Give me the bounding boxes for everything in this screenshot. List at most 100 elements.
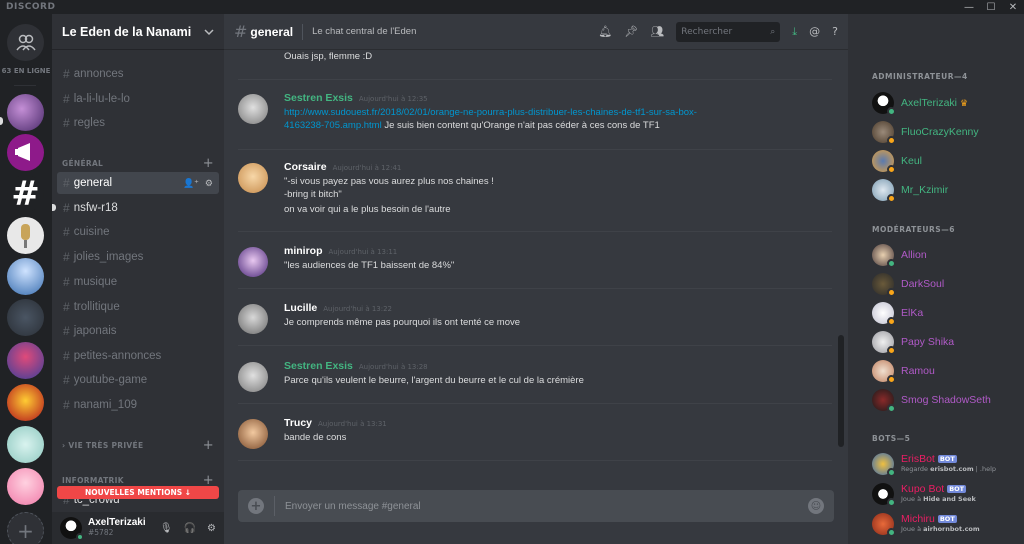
member-item[interactable]: FluoCrazyKenny bbox=[872, 118, 1022, 146]
avatar bbox=[872, 302, 896, 326]
message-author[interactable]: minirop bbox=[284, 245, 323, 257]
avatar[interactable] bbox=[238, 304, 268, 334]
channel-item[interactable]: # jolies_images bbox=[57, 246, 219, 268]
member-item[interactable]: Michiru BOT Joue à airhornbot.com bbox=[872, 510, 1022, 538]
message-text: Je suis bien content qu'Orange n'ait pas… bbox=[381, 120, 660, 131]
channel-item[interactable]: # youtube-game bbox=[57, 369, 219, 391]
category-header[interactable]: INFORMATRIK + bbox=[62, 473, 214, 488]
channel-item[interactable]: # annonces bbox=[57, 63, 219, 85]
channel-item-active[interactable]: # general 👤⁺ ⚙ bbox=[57, 172, 219, 194]
category-header[interactable]: › VIE TRÈS PRIVÉE + bbox=[62, 438, 214, 453]
message-timestamp: Aujourd'hui à 12:35 bbox=[358, 95, 428, 103]
server-icon[interactable]: # bbox=[7, 175, 44, 212]
server-header[interactable]: Le Eden de la Nanami bbox=[52, 14, 224, 50]
server-icon[interactable] bbox=[7, 94, 44, 131]
server-icon[interactable] bbox=[7, 468, 44, 505]
microphone-icon[interactable]: 🎙 bbox=[160, 523, 173, 534]
channel-item[interactable]: # japonais bbox=[57, 320, 219, 342]
member-item[interactable]: ElKa bbox=[872, 299, 1022, 327]
channel-name: japonais bbox=[73, 325, 117, 337]
avatar[interactable] bbox=[238, 163, 268, 193]
message-text: bande de cons bbox=[284, 432, 347, 443]
maximize-button[interactable]: ☐ bbox=[980, 0, 1002, 14]
channel-item[interactable]: # trollitique bbox=[57, 296, 219, 318]
channel-item-unread[interactable]: # nsfw-r18 bbox=[52, 197, 219, 219]
message-author[interactable]: Trucy bbox=[284, 417, 312, 429]
server-icon[interactable] bbox=[7, 426, 44, 463]
hash-icon: # bbox=[63, 116, 70, 130]
server-icon[interactable] bbox=[7, 217, 44, 254]
status-online-icon bbox=[887, 259, 896, 268]
pin-icon[interactable]: 📌︎ bbox=[624, 25, 638, 38]
mention-icon[interactable]: @ bbox=[809, 25, 820, 38]
category-header[interactable]: GÉNÉRAL + bbox=[62, 156, 214, 171]
message-input[interactable]: Envoyer un message #general bbox=[285, 501, 808, 512]
friends-home-button[interactable] bbox=[7, 24, 44, 61]
avatar[interactable] bbox=[60, 517, 84, 541]
message-author[interactable]: Lucille bbox=[284, 302, 317, 314]
close-button[interactable]: ✕ bbox=[1002, 0, 1024, 14]
member-item[interactable]: Papy Shika bbox=[872, 328, 1022, 356]
search-icon: ⌕ bbox=[770, 26, 776, 37]
message-author[interactable]: Sestren Exsis bbox=[284, 360, 353, 372]
message-scrollbar[interactable] bbox=[838, 335, 844, 447]
help-icon[interactable]: ? bbox=[832, 25, 838, 38]
member-item[interactable]: Allion bbox=[872, 241, 1022, 269]
channel-item[interactable]: # musique bbox=[57, 271, 219, 293]
download-icon[interactable]: ⤓ bbox=[792, 25, 797, 39]
message-link[interactable]: 4163238-705.amp.html bbox=[284, 120, 382, 131]
bell-icon[interactable]: 🔔︎ bbox=[598, 25, 612, 38]
gear-icon[interactable]: ⚙ bbox=[207, 523, 216, 534]
message-composer[interactable]: + Envoyer un message #general ☺ bbox=[238, 490, 834, 522]
hash-icon: # bbox=[63, 225, 70, 239]
server-list: 63 EN LIGNE # + bbox=[0, 14, 52, 544]
member-item[interactable]: Ramou bbox=[872, 357, 1022, 385]
upload-plus-icon[interactable]: + bbox=[248, 498, 264, 514]
channel-item[interactable]: # petites-annonces bbox=[57, 345, 219, 367]
channel-item[interactable]: # la-li-lu-le-lo bbox=[57, 88, 219, 110]
new-mentions-banner[interactable]: NOUVELLES MENTIONS ↓ bbox=[57, 486, 219, 499]
member-item[interactable]: Mr_Kzimir bbox=[872, 176, 1022, 204]
channel-item[interactable]: # regles bbox=[57, 112, 219, 134]
message-text: Je comprends même pas pourquoi ils ont t… bbox=[284, 317, 521, 328]
member-item[interactable]: Keul bbox=[872, 147, 1022, 175]
add-channel-icon[interactable]: + bbox=[203, 438, 214, 453]
add-server-button[interactable]: + bbox=[7, 512, 44, 544]
message-text: "les audiences de TF1 baissent de 84%" bbox=[284, 260, 455, 271]
avatar[interactable] bbox=[238, 419, 268, 449]
channel-item[interactable]: # cuisine bbox=[57, 221, 219, 243]
add-channel-icon[interactable]: + bbox=[203, 156, 214, 171]
status-online-icon bbox=[887, 528, 896, 537]
member-item[interactable]: ErisBot BOT Regarde erisbot.com | .help bbox=[872, 450, 1022, 478]
headphones-icon[interactable]: 🎧 bbox=[184, 523, 196, 534]
server-icon[interactable] bbox=[7, 384, 44, 421]
avatar[interactable] bbox=[238, 362, 268, 392]
member-item[interactable]: Kupo Bot BOT Joue à Hide and Seek bbox=[872, 480, 1022, 508]
member-item[interactable]: AxelTerizaki ♛ bbox=[872, 89, 1022, 117]
member-item[interactable]: Smog ShadowSeth bbox=[872, 386, 1022, 414]
member-list-icon[interactable]: 👥︎ bbox=[650, 25, 664, 38]
message-author[interactable]: Corsaire bbox=[284, 161, 327, 173]
invite-icon[interactable]: 👤⁺ bbox=[183, 178, 199, 189]
server-icon[interactable] bbox=[7, 134, 44, 171]
channel-item[interactable]: # nanami_109 bbox=[57, 394, 219, 416]
search-input[interactable]: Rechercher ⌕ bbox=[676, 21, 781, 42]
channel-name: youtube-game bbox=[73, 374, 148, 386]
server-icon[interactable] bbox=[7, 258, 44, 295]
gear-icon[interactable]: ⚙ bbox=[205, 178, 213, 189]
emoji-icon[interactable]: ☺ bbox=[808, 498, 824, 514]
bot-badge: BOT bbox=[937, 455, 957, 463]
avatar[interactable] bbox=[238, 94, 268, 124]
member-name: Mr_Kzimir bbox=[901, 184, 949, 196]
message-link[interactable]: http://www.sudouest.fr/2018/02/01/orange… bbox=[284, 107, 697, 118]
member-item[interactable]: DarkSoul bbox=[872, 270, 1022, 298]
locked-hash-icon: # bbox=[63, 92, 70, 106]
channel-name: cuisine bbox=[73, 226, 110, 238]
activity-prefix: Joue à bbox=[901, 525, 924, 533]
server-icon[interactable] bbox=[7, 342, 44, 379]
status-idle-icon bbox=[887, 194, 896, 203]
minimize-button[interactable]: — bbox=[958, 0, 980, 14]
message-author[interactable]: Sestren Exsis bbox=[284, 92, 353, 104]
avatar[interactable] bbox=[238, 247, 268, 277]
server-icon[interactable] bbox=[7, 299, 44, 336]
